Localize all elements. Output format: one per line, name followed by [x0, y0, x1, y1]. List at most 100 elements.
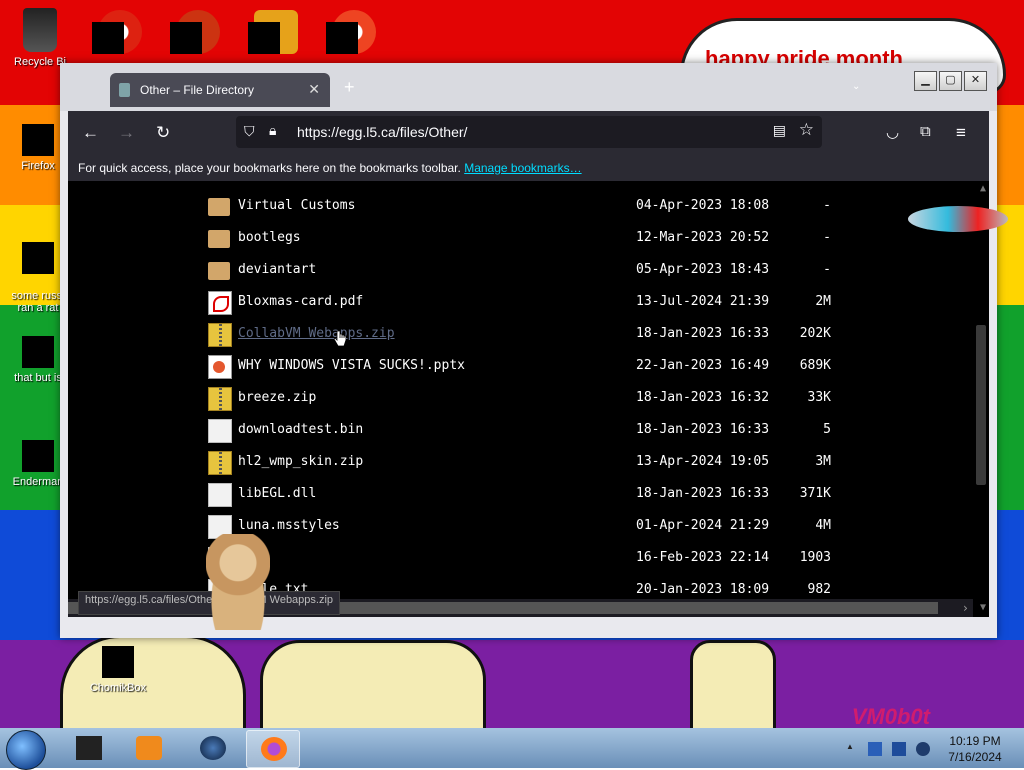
file-link[interactable]: downloadtest.bin: [238, 422, 363, 437]
manage-bookmarks-link[interactable]: Manage bookmarks…: [464, 161, 581, 175]
show-hidden-icons-chevron-icon[interactable]: ▲: [846, 742, 854, 751]
file-link[interactable]: libEGL.dll: [238, 486, 316, 501]
file-link[interactable]: Virtual Customs: [238, 198, 355, 213]
zip-icon[interactable]: [208, 451, 232, 475]
pdf-icon[interactable]: [208, 291, 232, 315]
zip-icon[interactable]: [208, 387, 232, 411]
file-size: 689K: [799, 358, 831, 373]
address-bar[interactable]: ⛉ 🔒︎ https://egg.l5.ca/files/Other/ ▤ ☆: [236, 116, 822, 148]
folder-icon[interactable]: [208, 198, 230, 216]
tab-title: Other – File Directory: [140, 83, 255, 97]
tab-close-icon[interactable]: ✕: [308, 81, 320, 98]
file-favicon-icon: [119, 83, 130, 97]
maximize-button[interactable]: ▢: [939, 71, 962, 91]
list-all-tabs-chevron-icon[interactable]: ⌄: [852, 81, 860, 92]
network-icon[interactable]: [916, 742, 930, 756]
file-size: -: [823, 198, 831, 213]
file-row: bootlegs 12-Mar-2023 20:52-: [208, 225, 898, 253]
bookmark-star-icon[interactable]: ☆: [799, 120, 814, 140]
tracking-protection-shield-icon[interactable]: ⛉: [244, 123, 255, 140]
file-size: 371K: [799, 486, 831, 501]
reader-view-icon[interactable]: ▤: [773, 122, 786, 139]
scroll-up-icon[interactable]: ▲: [980, 183, 986, 194]
close-button[interactable]: ✕: [964, 71, 987, 91]
globe-icon: [200, 736, 226, 760]
file-size: 3M: [815, 454, 831, 469]
back-arrow-icon[interactable]: ←: [82, 123, 99, 143]
file-row: WHY WINDOWS VISTA SUCKS!.pptx 22-Jan-2023…: [208, 353, 898, 381]
browser-window: Other – File Directory ✕ + ⌄ ▁ ▢ ✕ ← → ↻…: [60, 63, 997, 638]
vertical-scrollbar[interactable]: ▲ ▼: [973, 181, 989, 617]
file-row: downloadtest.bin 18-Jan-2023 16:33 5: [208, 417, 898, 445]
pptx-icon[interactable]: [208, 355, 232, 379]
tab-other-file-directory[interactable]: Other – File Directory ✕: [110, 73, 330, 107]
file-row: hl2_wmp_skin.zip 13-Apr-2024 19:05 3M: [208, 449, 898, 477]
desktop-icon-chomikbox[interactable]: ChomikBox: [80, 646, 156, 694]
taskbar-item-computer[interactable]: [62, 730, 114, 766]
file-link[interactable]: Bloxmas-card.pdf: [238, 294, 363, 309]
file-link[interactable]: breeze.zip: [238, 390, 316, 405]
redacted-icon: [326, 22, 358, 54]
file-size: -: [823, 262, 831, 277]
desktop-icon-label: Recycle Bi: [14, 56, 66, 68]
desktop-icon-top-1[interactable]: [92, 10, 142, 54]
recycle-bin-icon: [23, 8, 57, 52]
document-icon: [22, 242, 54, 274]
file-size: 982: [807, 582, 831, 597]
folder-icon[interactable]: [208, 262, 230, 280]
desktop-icon-recycle-bin[interactable]: Recycle Bi: [2, 8, 78, 68]
shortcut-icon: [22, 336, 54, 368]
zip-icon[interactable]: [208, 323, 232, 347]
file-size: 4M: [815, 518, 831, 533]
firefox-icon: [22, 124, 54, 156]
file-link[interactable]: CollabVM Webapps.zip: [238, 326, 395, 341]
file-row: libEGL.dll 18-Jan-2023 16:33 371K: [208, 481, 898, 509]
file-row: Bloxmas-card.pdf 13-Jul-2024 21:39 2M: [208, 289, 898, 317]
window-titlebar: Other – File Directory ✕ + ⌄ ▁ ▢ ✕: [60, 63, 997, 111]
file-link[interactable]: hl2_wmp_skin.zip: [238, 454, 363, 469]
taskbar-item-globe[interactable]: [186, 730, 238, 766]
tray-app-icon[interactable]: [868, 742, 882, 756]
file-link[interactable]: bootlegs: [238, 230, 301, 245]
start-button[interactable]: [6, 730, 46, 770]
file-link[interactable]: luna.msstyles: [238, 518, 340, 533]
file-row: CollabVM Webapps.zip 18-Jan-2023 16:33 202…: [208, 321, 898, 349]
file-link[interactable]: deviantart: [238, 262, 316, 277]
fish-sprite: [908, 206, 1008, 232]
clock-date: 7/16/2024: [948, 750, 1002, 764]
enderman-icon: [22, 440, 54, 472]
desktop-icon-top-2[interactable]: [170, 10, 220, 54]
hamster-sprite: [206, 534, 270, 630]
lock-icon[interactable]: 🔒︎: [269, 122, 276, 139]
forward-arrow-icon[interactable]: →: [118, 123, 135, 143]
scrollbar-thumb[interactable]: [976, 325, 986, 485]
bookmarks-toolbar: For quick access, place your bookmarks h…: [68, 155, 989, 181]
minimize-button[interactable]: ▁: [914, 71, 937, 91]
desktop-icon-top-4[interactable]: [326, 10, 376, 54]
bookmarks-message: For quick access, place your bookmarks h…: [78, 161, 582, 175]
url-text[interactable]: https://egg.l5.ca/files/Other/: [297, 124, 467, 140]
navigation-toolbar: ← → ↻ ⛉ 🔒︎ https://egg.l5.ca/files/Other…: [68, 111, 989, 155]
chomikbox-icon: [102, 646, 134, 678]
taskbar-item-media-player[interactable]: [122, 730, 174, 766]
action-center-flag-icon[interactable]: [892, 742, 906, 756]
generic-icon[interactable]: [208, 483, 232, 507]
reload-icon[interactable]: ↻: [156, 123, 170, 143]
scroll-right-icon[interactable]: ›: [962, 601, 969, 615]
scroll-down-icon[interactable]: ▼: [980, 602, 986, 613]
taskbar-clock[interactable]: 10:19 PM 7/16/2024: [942, 733, 1008, 765]
folder-icon[interactable]: [208, 230, 230, 248]
desktop-icon-top-3[interactable]: [248, 10, 298, 54]
desktop-icon-label: that but is: [14, 372, 62, 384]
generic-icon[interactable]: [208, 419, 232, 443]
file-link[interactable]: WHY WINDOWS VISTA SUCKS!.pptx: [238, 358, 465, 373]
extensions-puzzle-icon[interactable]: ⧉: [920, 123, 931, 140]
file-size: 2M: [815, 294, 831, 309]
taskbar-item-firefox[interactable]: [246, 730, 300, 768]
file-size: -: [823, 230, 831, 245]
desktop-icon-label: Firefox: [21, 160, 55, 172]
menu-hamburger-icon[interactable]: ≡: [956, 123, 966, 143]
media-player-icon: [136, 736, 162, 760]
pocket-icon[interactable]: ◡: [886, 123, 899, 141]
new-tab-plus-icon[interactable]: +: [344, 77, 355, 98]
